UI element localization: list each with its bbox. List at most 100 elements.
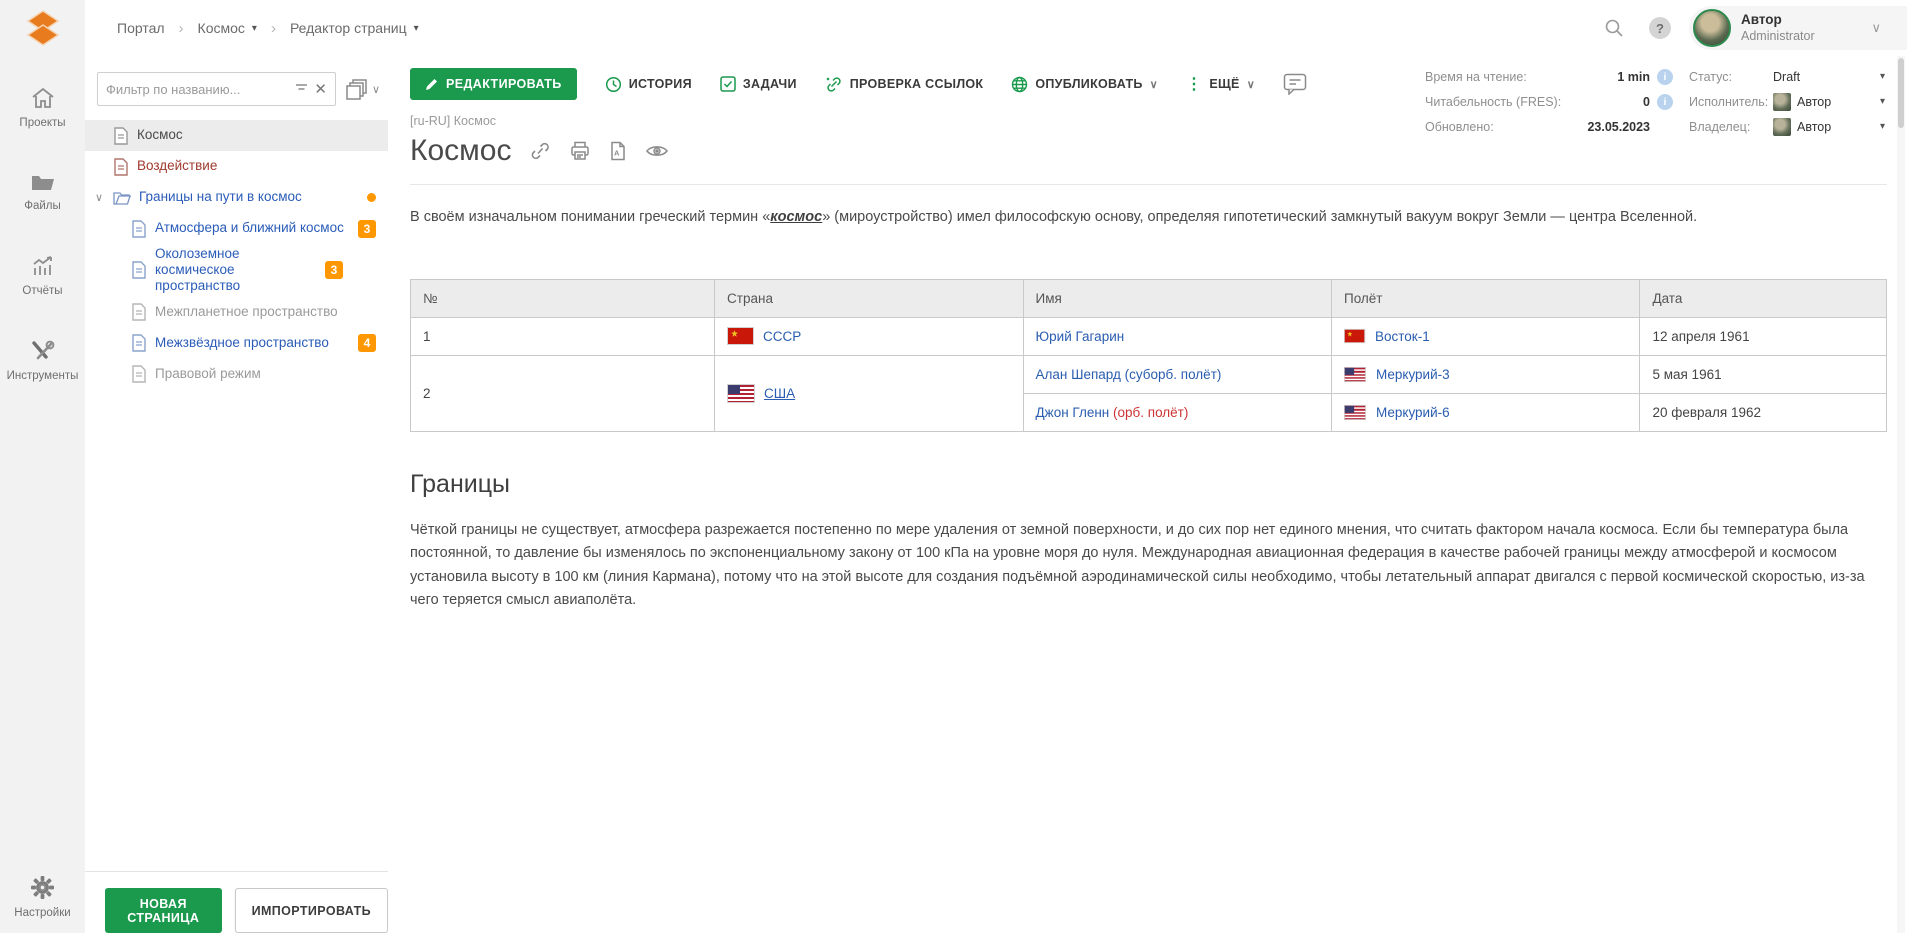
table-row: 2 США Алан Шепард (суборб. полёт) Меркур… xyxy=(411,355,1887,393)
broken-link-icon xyxy=(825,76,843,93)
tools-icon xyxy=(30,339,56,363)
app-window: Портал › Космос ▾ › Редактор страниц ▾ ? xyxy=(0,0,1907,933)
search-icon[interactable] xyxy=(1597,11,1631,45)
tree-item-vozdeystvie[interactable]: Воздействие xyxy=(85,151,388,182)
filter-input[interactable] xyxy=(106,82,289,97)
sidebar-item-settings[interactable]: Настройки xyxy=(0,875,85,919)
header-actions: ? Автор Administrator ∨ xyxy=(1597,6,1907,50)
publish-button[interactable]: ОПУБЛИКОВАТЬ ∨ xyxy=(1011,76,1158,93)
scrollbar-thumb[interactable] xyxy=(1898,58,1904,128)
main-content: РЕДАКТИРОВАТЬ ИСТОРИЯ ЗАДАЧИ ПРОВЕРКА СС… xyxy=(388,56,1907,933)
tree-item-mezhzvezdnoe[interactable]: Межзвёздное пространство 4 xyxy=(85,328,388,359)
country-link[interactable]: США xyxy=(764,386,795,401)
app-logo-icon[interactable] xyxy=(22,6,64,50)
flight-link[interactable]: Меркурий-6 xyxy=(1376,405,1450,420)
page-icon xyxy=(131,303,147,321)
folder-open-icon xyxy=(113,190,131,206)
table-row: 1 СССР Юрий Гагарин Восток-1 12 апреля 1… xyxy=(411,317,1887,355)
checkbox-icon xyxy=(720,76,736,92)
owner-value: Автор xyxy=(1797,120,1831,134)
copy-link-icon[interactable] xyxy=(529,141,551,161)
breadcrumb-space[interactable]: Космос ▾ xyxy=(198,20,257,36)
caret-down-icon: ▾ xyxy=(252,23,257,34)
comment-icon xyxy=(1283,73,1307,95)
sidebar-item-reports[interactable]: Отчёты xyxy=(0,254,85,297)
readability-value: 0 xyxy=(1643,95,1650,109)
left-rail: Проекты Файлы Отчёты Инструменты xyxy=(0,56,85,933)
breadcrumb-page-editor[interactable]: Редактор страниц ▾ xyxy=(290,20,419,36)
scrollbar-track[interactable] xyxy=(1897,56,1905,933)
more-button[interactable]: ⋮ ЕЩЁ ∨ xyxy=(1186,74,1255,94)
tree-item-kosmos[interactable]: Космос xyxy=(85,120,388,151)
col-number: № xyxy=(411,279,715,317)
new-page-button[interactable]: НОВАЯ СТРАНИЦА xyxy=(105,888,222,933)
page-meta-panel: Время на чтение: 1 min i Читабельность (… xyxy=(1425,64,1885,139)
avatar xyxy=(1693,9,1731,47)
sidebar-item-tools[interactable]: Инструменты xyxy=(0,339,85,382)
link-check-button[interactable]: ПРОВЕРКА ССЫЛОК xyxy=(825,76,984,93)
pdf-export-icon[interactable]: A xyxy=(609,141,627,161)
caret-down-icon: ▾ xyxy=(1880,96,1885,107)
tree-item-pravovoy-rezhim[interactable]: Правовой режим xyxy=(85,359,388,390)
logo-cell xyxy=(0,0,85,56)
usa-flag-icon xyxy=(727,384,755,403)
import-button[interactable]: ИМПОРТИРОВАТЬ xyxy=(235,888,388,933)
intro-paragraph: В своём изначальном понимании греческий … xyxy=(410,207,1887,229)
history-button[interactable]: ИСТОРИЯ xyxy=(605,76,692,93)
updated-value: 23.05.2023 xyxy=(1587,120,1650,134)
info-icon[interactable]: i xyxy=(1657,69,1673,85)
astronaut-link[interactable]: Джон Гленн xyxy=(1036,405,1110,420)
section-heading: Границы xyxy=(410,470,1887,499)
kosmos-term-link[interactable]: космос xyxy=(770,209,822,225)
status-value: Draft xyxy=(1773,70,1800,84)
country-link[interactable]: СССР xyxy=(763,329,801,344)
user-menu[interactable]: Автор Administrator ∨ xyxy=(1689,6,1907,50)
page-icon xyxy=(131,365,147,383)
tree-item-granitsy-folder[interactable]: ∨ Границы на пути в космос xyxy=(85,182,388,213)
clear-filter-icon[interactable]: ✕ xyxy=(314,80,327,98)
col-flight: Полёт xyxy=(1331,279,1639,317)
col-country: Страна xyxy=(715,279,1023,317)
chevron-down-icon: ∨ xyxy=(1150,78,1158,91)
print-icon[interactable] xyxy=(569,141,591,161)
help-icon[interactable]: ? xyxy=(1649,17,1671,39)
filter-options-icon[interactable] xyxy=(295,82,308,97)
page-title: Космос xyxy=(410,134,511,168)
expand-caret-icon[interactable]: ∨ xyxy=(95,191,113,204)
tree-item-okolozemnoe[interactable]: Околоземное космическое пространство 3 xyxy=(85,244,388,297)
flight-link[interactable]: Меркурий-3 xyxy=(1376,367,1450,382)
assignee-select[interactable]: Исполнитель: Автор ▾ xyxy=(1689,89,1885,114)
history-icon xyxy=(605,76,622,93)
usa-flag-icon xyxy=(1344,405,1366,420)
comments-button[interactable] xyxy=(1283,73,1307,95)
reading-time-value: 1 min xyxy=(1617,70,1650,84)
sidebar-item-projects[interactable]: Проекты xyxy=(0,86,85,129)
first-flights-table: № Страна Имя Полёт Дата 1 СССР Юрий Гага… xyxy=(410,279,1887,432)
count-badge: 3 xyxy=(358,220,376,238)
copy-pages-icon xyxy=(346,78,368,100)
info-icon[interactable]: i xyxy=(1657,94,1673,110)
page-view-mode-button[interactable]: ∨ xyxy=(346,78,380,100)
readability-row: Читабельность (FRES): 0 i xyxy=(1425,89,1673,114)
edit-button[interactable]: РЕДАКТИРОВАТЬ xyxy=(410,68,577,100)
user-name: Автор xyxy=(1741,12,1815,29)
sidebar-item-files[interactable]: Файлы xyxy=(0,171,85,212)
home-icon xyxy=(30,86,56,110)
reading-time-row: Время на чтение: 1 min i xyxy=(1425,64,1673,89)
breadcrumb-portal[interactable]: Портал xyxy=(117,20,165,36)
globe-icon xyxy=(1011,76,1028,93)
flight-link[interactable]: Восток-1 xyxy=(1375,329,1430,344)
folder-icon xyxy=(30,171,56,193)
cosmonaut-link[interactable]: Юрий Гагарин xyxy=(1036,329,1125,344)
preview-eye-icon[interactable] xyxy=(645,142,669,160)
tree-item-atmosfera[interactable]: Атмосфера и ближний космос 3 xyxy=(85,213,388,244)
table-header-row: № Страна Имя Полёт Дата xyxy=(411,279,1887,317)
chevron-down-icon: ∨ xyxy=(372,83,380,96)
pencil-icon xyxy=(425,78,438,91)
tree-item-mezhplanetnoe[interactable]: Межпланетное пространство xyxy=(85,297,388,328)
owner-select[interactable]: Владелец: Автор ▾ xyxy=(1689,114,1885,139)
tasks-button[interactable]: ЗАДАЧИ xyxy=(720,76,797,92)
astronaut-link[interactable]: Алан Шепард (суборб. полёт) xyxy=(1036,367,1222,382)
status-select[interactable]: Статус: Draft ▾ xyxy=(1689,64,1885,89)
title-divider xyxy=(410,184,1887,185)
